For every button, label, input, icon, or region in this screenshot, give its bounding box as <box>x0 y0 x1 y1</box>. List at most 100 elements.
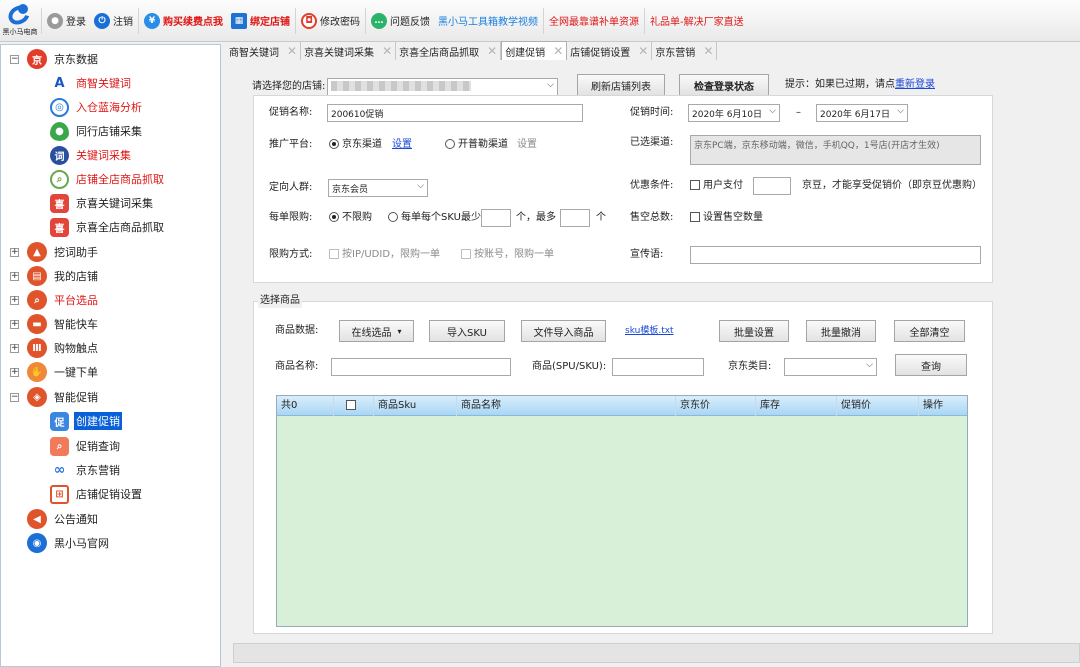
change-password-button[interactable]: ◘ 修改密码 <box>297 0 364 42</box>
col-jd-price: 京东价 <box>676 396 756 416</box>
collapse-toggle-icon[interactable]: − <box>10 54 19 64</box>
jd-category-label: 京东类目: <box>728 361 772 372</box>
tree-node-website[interactable]: ◉ 黑小马官网 <box>1 532 111 554</box>
col-select-all[interactable] <box>334 396 374 416</box>
start-date-picker[interactable]: 2020年 6月10日 ⌵ <box>688 104 780 122</box>
jd-channel-radio[interactable]: 京东渠道 <box>329 138 382 152</box>
per-sku-limit-radio[interactable]: 每单每个SKU最少 <box>388 211 481 225</box>
online-select-dropdown[interactable]: 在线选品 ▾ <box>339 320 414 342</box>
promo-name-input[interactable]: 200610促销 <box>327 104 583 122</box>
expand-toggle-icon[interactable]: + <box>10 319 19 329</box>
limit-by-ip-checkbox[interactable]: 按IP/UDID，限购一单 <box>329 248 440 262</box>
max-quantity-input[interactable] <box>560 209 590 227</box>
jd-bean-amount-input[interactable] <box>753 177 791 195</box>
jd-channel-setting-link[interactable]: 设置 <box>392 138 412 152</box>
expand-toggle-icon[interactable]: + <box>10 343 19 353</box>
logout-button[interactable]: ⏻ 注销 <box>90 0 137 42</box>
app-logo: 黑小马电商 <box>0 0 40 42</box>
end-date-picker[interactable]: 2020年 6月17日 ⌵ <box>816 104 908 122</box>
promo-name-label: 促销名称: <box>269 107 313 118</box>
tag-icon: ◈ <box>27 387 47 407</box>
kpl-channel-setting-link[interactable]: 设置 <box>517 138 537 152</box>
close-icon[interactable]: ✕ <box>487 44 497 58</box>
slogan-input[interactable] <box>690 246 981 264</box>
tree-item-peer-store-collect[interactable]: ● 同行店铺采集 <box>1 120 144 142</box>
query-button[interactable]: 查询 <box>895 354 967 376</box>
goods-table[interactable]: 共0 商品Sku 商品名称 京东价 库存 促销价 操作 <box>276 395 968 627</box>
jd-category-select[interactable]: ⌵ <box>784 358 877 376</box>
min-quantity-input[interactable] <box>481 209 511 227</box>
no-limit-radio[interactable]: 不限购 <box>329 211 372 225</box>
select-all-checkbox-icon[interactable] <box>346 400 356 410</box>
order-resource-link[interactable]: 全网最靠谱补单资源 <box>545 0 643 42</box>
tab-jd-marketing[interactable]: 京东营销 ✕ <box>652 42 718 60</box>
batch-cancel-button[interactable]: 批量撤消 <box>806 320 876 342</box>
tree-item-jd-marketing[interactable]: ∞ 京东营销 <box>1 459 122 481</box>
tab-jx-store-goods[interactable]: 京喜全店商品抓取 ✕ <box>396 42 502 60</box>
horse-logo-icon: ◉ <box>27 533 47 553</box>
relogin-link[interactable]: 重新登录 <box>895 79 935 90</box>
car-icon: ▬ <box>27 314 47 334</box>
refresh-store-button[interactable]: 刷新店铺列表 <box>577 74 665 96</box>
selected-channel-label: 已选渠道: <box>630 137 674 148</box>
jx-gift-icon: 喜 <box>50 193 69 213</box>
tree-item-store-goods-grab[interactable]: ⌕ 店铺全店商品抓取 <box>1 168 166 190</box>
tree-node-jd-data[interactable]: − 京 京东数据 <box>1 48 100 70</box>
tutorial-video-link[interactable]: 黑小马工具箱教学视频 <box>434 0 542 42</box>
spu-sku-input[interactable] <box>612 358 704 376</box>
close-icon[interactable]: ✕ <box>703 44 713 58</box>
tree-item-jx-keyword[interactable]: 喜 京喜关键词采集 <box>1 192 155 214</box>
col-action: 操作 <box>923 400 943 411</box>
tree-item-jx-store-goods[interactable]: 喜 京喜全店商品抓取 <box>1 216 166 238</box>
tab-store-promo-settings[interactable]: 店铺促销设置 ✕ <box>567 42 653 60</box>
clear-all-button[interactable]: 全部清空 <box>894 320 965 342</box>
renew-button[interactable]: ¥ 购买续费点我 <box>140 0 227 42</box>
tree-node-smart-promo[interactable]: − ◈ 智能促销 <box>1 386 100 408</box>
expand-toggle-icon[interactable]: + <box>10 271 19 281</box>
tree-node-product-select[interactable]: + ⌕ 平台选品 <box>1 289 100 311</box>
user-pay-checkbox[interactable]: 用户支付 <box>690 179 743 193</box>
goods-name-input[interactable] <box>331 358 511 376</box>
tree-node-smart-express[interactable]: + ▬ 智能快车 <box>1 313 100 335</box>
close-icon[interactable]: ✕ <box>382 44 392 58</box>
tree-node-one-click-order[interactable]: + ✋ 一键下单 <box>1 361 100 383</box>
tree-node-dig-words[interactable]: + ▲ 挖词助手 <box>1 241 100 263</box>
feedback-button[interactable]: … 问题反馈 <box>367 0 434 42</box>
tree-node-notice[interactable]: ◀ 公告通知 <box>1 508 100 530</box>
file-import-button[interactable]: 文件导入商品 <box>521 320 606 342</box>
crowd-select[interactable]: 京东会员 ⌵ <box>328 179 428 197</box>
tab-jx-keyword[interactable]: 京喜关键词采集 ✕ <box>301 42 397 60</box>
tab-biz-keyword[interactable]: 商智关键词 ✕ <box>226 42 302 60</box>
speaker-icon: ◀ <box>27 509 47 529</box>
tree-item-biz-keyword[interactable]: A 商智关键词 <box>1 72 133 94</box>
expand-toggle-icon[interactable]: + <box>10 367 19 377</box>
close-icon[interactable]: ✕ <box>287 44 297 58</box>
sku-template-link[interactable]: sku模板.txt <box>625 324 674 338</box>
tree-item-warehouse-analysis[interactable]: ◎ 入仓蓝海分析 <box>1 96 144 118</box>
tree-node-touchpoint[interactable]: + Ⅲ 购物触点 <box>1 337 100 359</box>
expand-toggle-icon[interactable]: + <box>10 295 19 305</box>
goods-data-label: 商品数据: <box>275 325 319 336</box>
set-sold-total-checkbox[interactable]: 设置售空数量 <box>690 211 763 225</box>
gift-order-link[interactable]: 礼品单-解决厂家直送 <box>646 0 748 42</box>
login-button[interactable]: ● 登录 <box>43 0 90 42</box>
tree-item-keyword-collect[interactable]: 词 关键词采集 <box>1 144 133 166</box>
kpl-channel-radio[interactable]: 开普勒渠道 <box>445 138 508 152</box>
tree-item-create-promo[interactable]: 促 创建促销 <box>1 410 122 432</box>
tree-item-store-promo-settings[interactable]: ⊞ 店铺促销设置 <box>1 483 144 505</box>
expand-toggle-icon[interactable]: + <box>10 247 19 257</box>
bind-store-button[interactable]: ▦ 绑定店铺 <box>227 0 294 42</box>
close-icon[interactable]: ✕ <box>553 44 563 58</box>
limit-by-account-checkbox[interactable]: 按账号，限购一单 <box>461 248 554 262</box>
import-sku-button[interactable]: 导入SKU <box>429 320 505 342</box>
chevron-down-icon: ⌵ <box>897 106 904 116</box>
tree-item-promo-query[interactable]: ⌕ 促销查询 <box>1 435 122 457</box>
collapse-toggle-icon[interactable]: − <box>10 392 19 402</box>
tab-create-promo[interactable]: 创建促销 ✕ <box>501 41 568 60</box>
store-select[interactable]: ⌵ <box>327 78 558 96</box>
close-icon[interactable]: ✕ <box>638 44 648 58</box>
tree-node-my-store[interactable]: + ▤ 我的店铺 <box>1 265 100 287</box>
batch-set-button[interactable]: 批量设置 <box>719 320 789 342</box>
horse-logo-icon <box>4 1 34 29</box>
check-login-button[interactable]: 检查登录状态 <box>679 74 769 96</box>
